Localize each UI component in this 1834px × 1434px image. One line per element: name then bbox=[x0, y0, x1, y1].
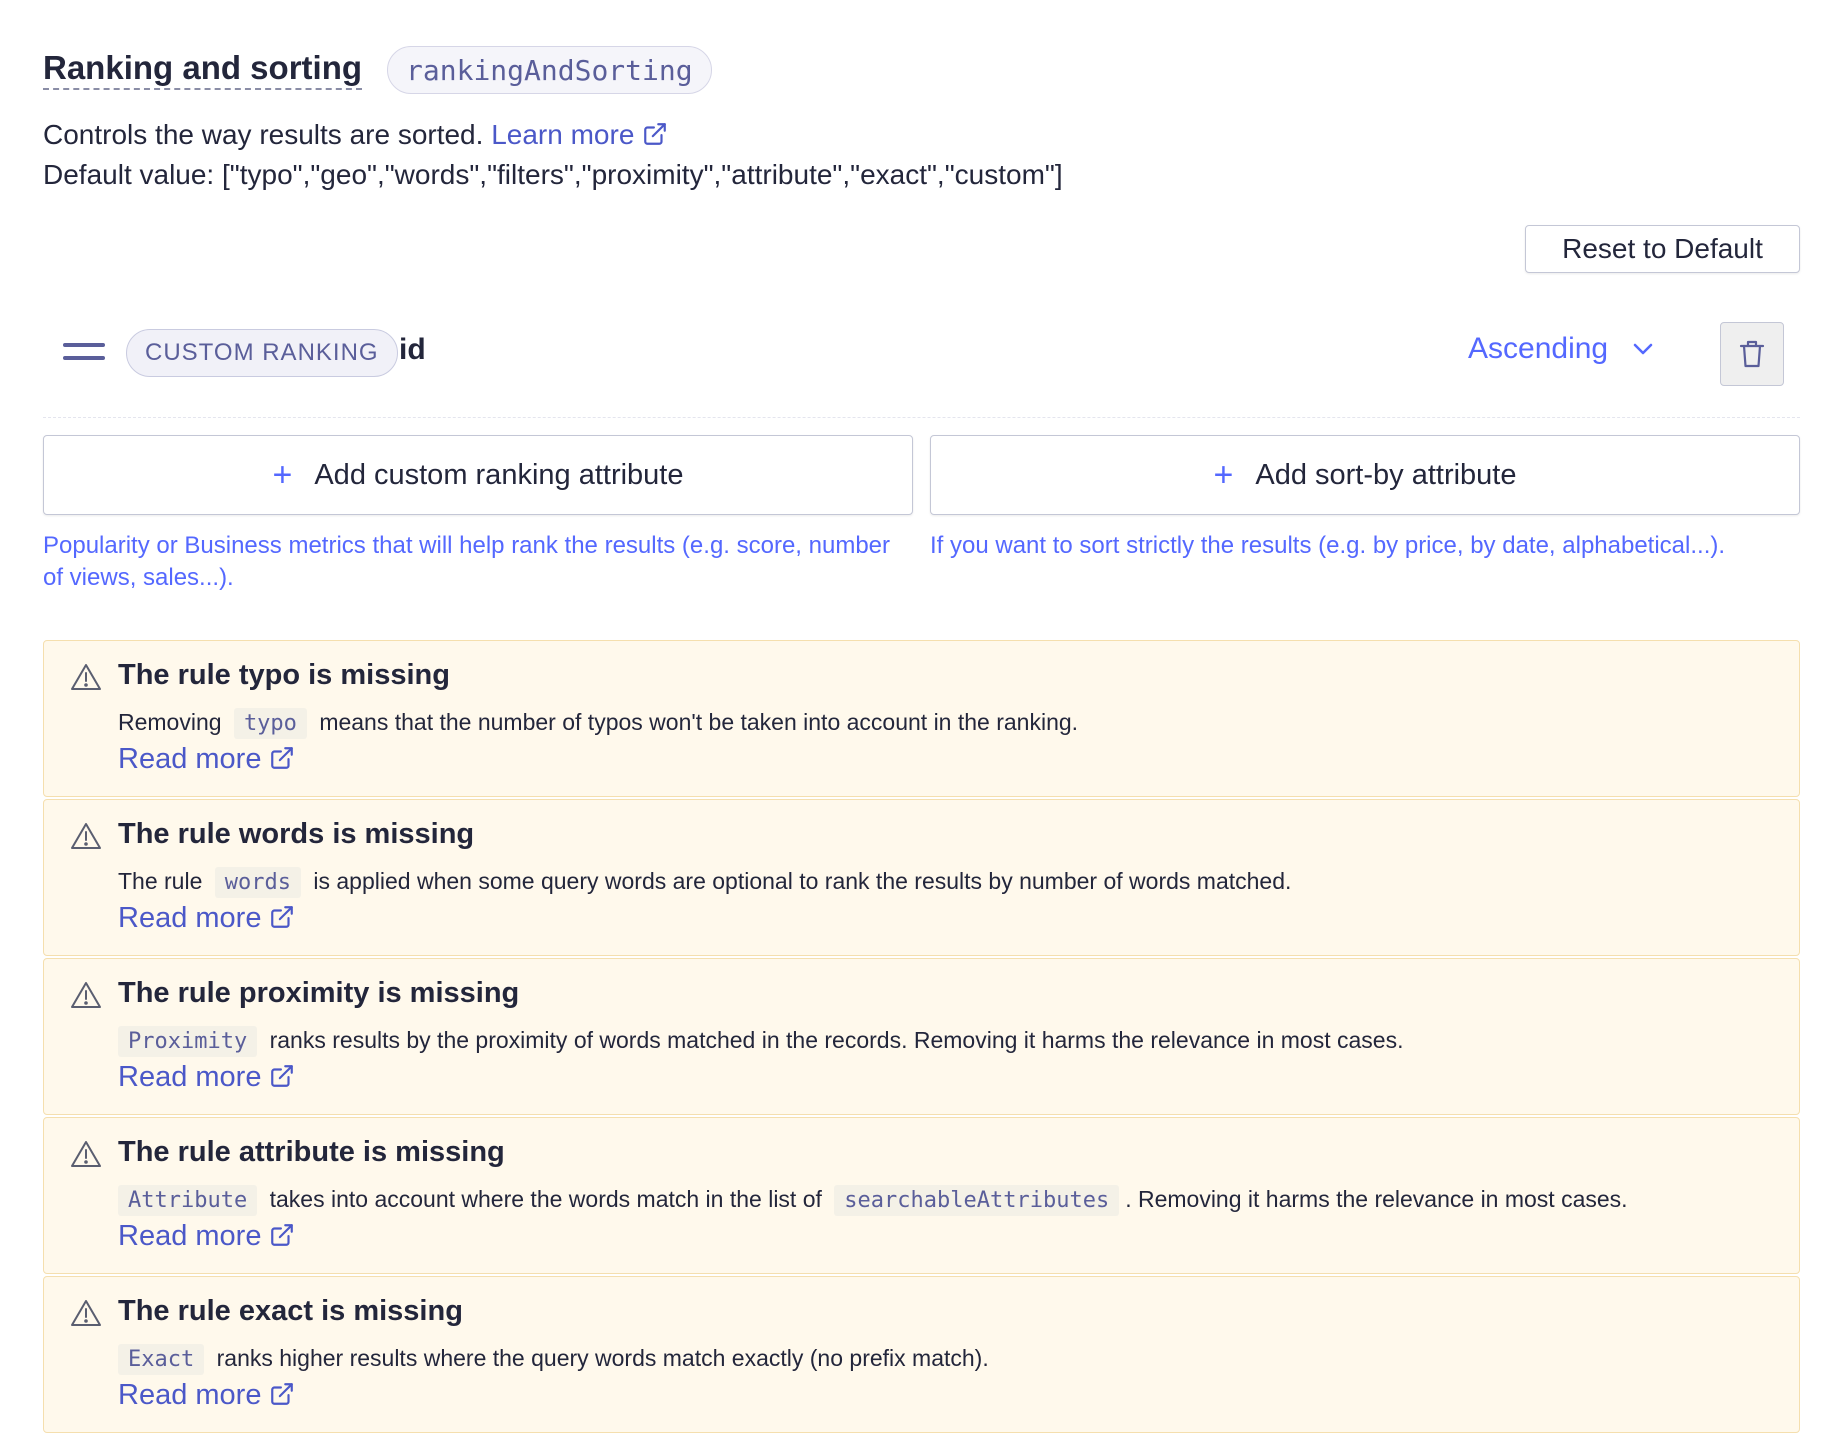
plus-icon: + bbox=[272, 456, 293, 494]
warning-proximity-missing: The rule proximity is missing Proximity … bbox=[43, 958, 1800, 1115]
warning-title: The rule words is missing bbox=[118, 818, 475, 850]
learn-more-link[interactable]: Learn more bbox=[491, 119, 668, 150]
title-row: Ranking and sorting rankingAndSorting bbox=[43, 46, 712, 94]
learn-more-label: Learn more bbox=[491, 119, 635, 150]
add-sort-by-label: Add sort-by attribute bbox=[1255, 458, 1517, 491]
ranking-criterion-row[interactable]: CUSTOM RANKING id Ascending bbox=[43, 320, 1800, 418]
custom-ranking-help: Popularity or Business metrics that will… bbox=[43, 532, 891, 591]
read-more-link[interactable]: Read more bbox=[118, 1220, 295, 1253]
read-more-link[interactable]: Read more bbox=[118, 743, 295, 776]
warning-body: The rule words is applied when some quer… bbox=[118, 862, 1291, 902]
read-more-label: Read more bbox=[118, 1220, 262, 1252]
warning-title: The rule attribute is missing bbox=[118, 1136, 505, 1168]
warning-title: The rule typo is missing bbox=[118, 659, 450, 691]
warning-icon bbox=[71, 823, 101, 849]
warning-title: The rule proximity is missing bbox=[118, 977, 520, 1009]
ranking-attribute-name: id bbox=[399, 333, 426, 366]
warning-text: takes into account where the words match… bbox=[269, 1186, 822, 1212]
read-more-label: Read more bbox=[118, 1061, 262, 1093]
warning-icon bbox=[71, 1141, 101, 1167]
add-custom-ranking-button[interactable]: + Add custom ranking attribute bbox=[43, 435, 913, 515]
add-custom-ranking-label: Add custom ranking attribute bbox=[314, 458, 684, 491]
rule-code: Proximity bbox=[118, 1026, 258, 1057]
read-more-link[interactable]: Read more bbox=[118, 902, 295, 935]
warning-body: Exact ranks higher results where the que… bbox=[118, 1339, 989, 1379]
warning-title: The rule exact is missing bbox=[118, 1295, 463, 1327]
custom-ranking-chip: CUSTOM RANKING bbox=[126, 329, 398, 377]
delete-criterion-button[interactable] bbox=[1720, 322, 1784, 386]
warning-text: means that the number of typos won't be … bbox=[319, 709, 1079, 735]
external-link-icon bbox=[271, 747, 294, 769]
section-description: Controls the way results are sorted. Lea… bbox=[43, 115, 1063, 195]
section-title: Ranking and sorting bbox=[43, 49, 363, 91]
external-link-icon bbox=[271, 906, 294, 928]
read-more-link[interactable]: Read more bbox=[118, 1379, 295, 1412]
read-more-label: Read more bbox=[118, 1379, 262, 1411]
external-link-icon bbox=[271, 1065, 294, 1087]
read-more-label: Read more bbox=[118, 902, 262, 934]
read-more-link[interactable]: Read more bbox=[118, 1061, 295, 1094]
rule-code: searchableAttributes bbox=[834, 1185, 1120, 1216]
sort-order-select[interactable]: Ascending bbox=[1468, 332, 1654, 366]
warning-text: ranks results by the proximity of words … bbox=[269, 1027, 1404, 1053]
warning-icon bbox=[71, 982, 101, 1008]
external-link-icon bbox=[644, 123, 667, 145]
trash-icon bbox=[1739, 340, 1765, 368]
warning-words-missing: The rule words is missing The rule words… bbox=[43, 799, 1800, 956]
warning-text: Removing bbox=[118, 709, 222, 735]
add-sort-by-button[interactable]: + Add sort-by attribute bbox=[930, 435, 1800, 515]
warning-attribute-missing: The rule attribute is missing Attribute … bbox=[43, 1117, 1800, 1274]
sort-order-value: Ascending bbox=[1468, 332, 1609, 365]
warning-icon bbox=[71, 1300, 101, 1326]
warning-text: ranks higher results where the query wor… bbox=[216, 1345, 989, 1371]
warning-exact-missing: The rule exact is missing Exact ranks hi… bbox=[43, 1276, 1800, 1433]
description-text: Controls the way results are sorted. bbox=[43, 119, 484, 150]
drag-handle-icon[interactable] bbox=[63, 343, 105, 365]
reset-to-default-button[interactable]: Reset to Default bbox=[1525, 225, 1800, 273]
warning-body: Proximity ranks results by the proximity… bbox=[118, 1021, 1403, 1061]
rule-code: Exact bbox=[118, 1344, 205, 1375]
external-link-icon bbox=[271, 1383, 294, 1405]
warning-text: The rule bbox=[118, 868, 203, 894]
external-link-icon bbox=[271, 1224, 294, 1246]
chevron-down-icon bbox=[1633, 343, 1653, 355]
warning-icon bbox=[71, 664, 101, 690]
rule-code: Attribute bbox=[118, 1185, 258, 1216]
default-value-text: Default value: ["typo","geo","words","fi… bbox=[43, 159, 1063, 190]
warning-typo-missing: The rule typo is missing Removing typo m… bbox=[43, 640, 1800, 797]
warning-text: . Removing it harms the relevance in mos… bbox=[1125, 1186, 1628, 1212]
sort-by-help: If you want to sort strictly the results… bbox=[930, 532, 1726, 559]
warning-body: Removing typo means that the number of t… bbox=[118, 703, 1078, 743]
setting-key-chip: rankingAndSorting bbox=[387, 46, 712, 94]
ranking-settings-page: Ranking and sorting rankingAndSorting Co… bbox=[0, 0, 1834, 1434]
warning-body: Attribute takes into account where the w… bbox=[118, 1180, 1628, 1220]
plus-icon: + bbox=[1213, 456, 1234, 494]
warning-text: is applied when some query words are opt… bbox=[313, 868, 1292, 894]
rule-code: words bbox=[214, 867, 301, 898]
rule-code: typo bbox=[233, 708, 307, 739]
read-more-label: Read more bbox=[118, 743, 262, 775]
